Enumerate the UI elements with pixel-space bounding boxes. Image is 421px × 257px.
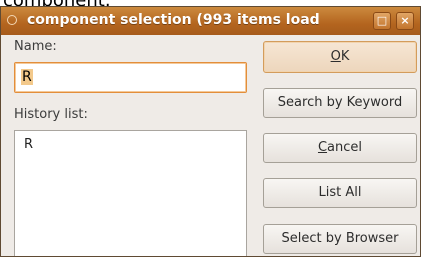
history-list-item[interactable]: R — [24, 137, 33, 152]
close-button[interactable]: × — [396, 12, 414, 30]
ok-mnemonic: O — [330, 49, 341, 64]
search-by-keyword-button[interactable]: Search by Keyword — [263, 88, 417, 118]
component-selection-dialog: component selection (993 items load □ × … — [0, 6, 421, 257]
select-by-browser-button[interactable]: Select by Browser — [263, 224, 417, 254]
name-label: Name: — [14, 39, 57, 54]
history-list[interactable]: R — [14, 130, 247, 256]
maximize-button[interactable]: □ — [373, 12, 391, 30]
name-input[interactable]: R — [14, 62, 247, 93]
ok-label: K — [340, 49, 350, 64]
cancel-mnemonic: C — [317, 140, 328, 155]
window-menu-icon[interactable] — [7, 15, 17, 25]
window-title: component selection (993 items load — [27, 12, 320, 28]
title-bar[interactable]: component selection (993 items load □ × — [1, 7, 420, 35]
cancel-label: ancel — [327, 140, 363, 155]
cancel-button[interactable]: Cancel — [263, 133, 417, 163]
list-all-button[interactable]: List All — [263, 178, 417, 208]
history-label: History list: — [14, 107, 88, 122]
ok-button[interactable]: OK — [263, 41, 417, 73]
name-input-value: R — [21, 69, 33, 85]
